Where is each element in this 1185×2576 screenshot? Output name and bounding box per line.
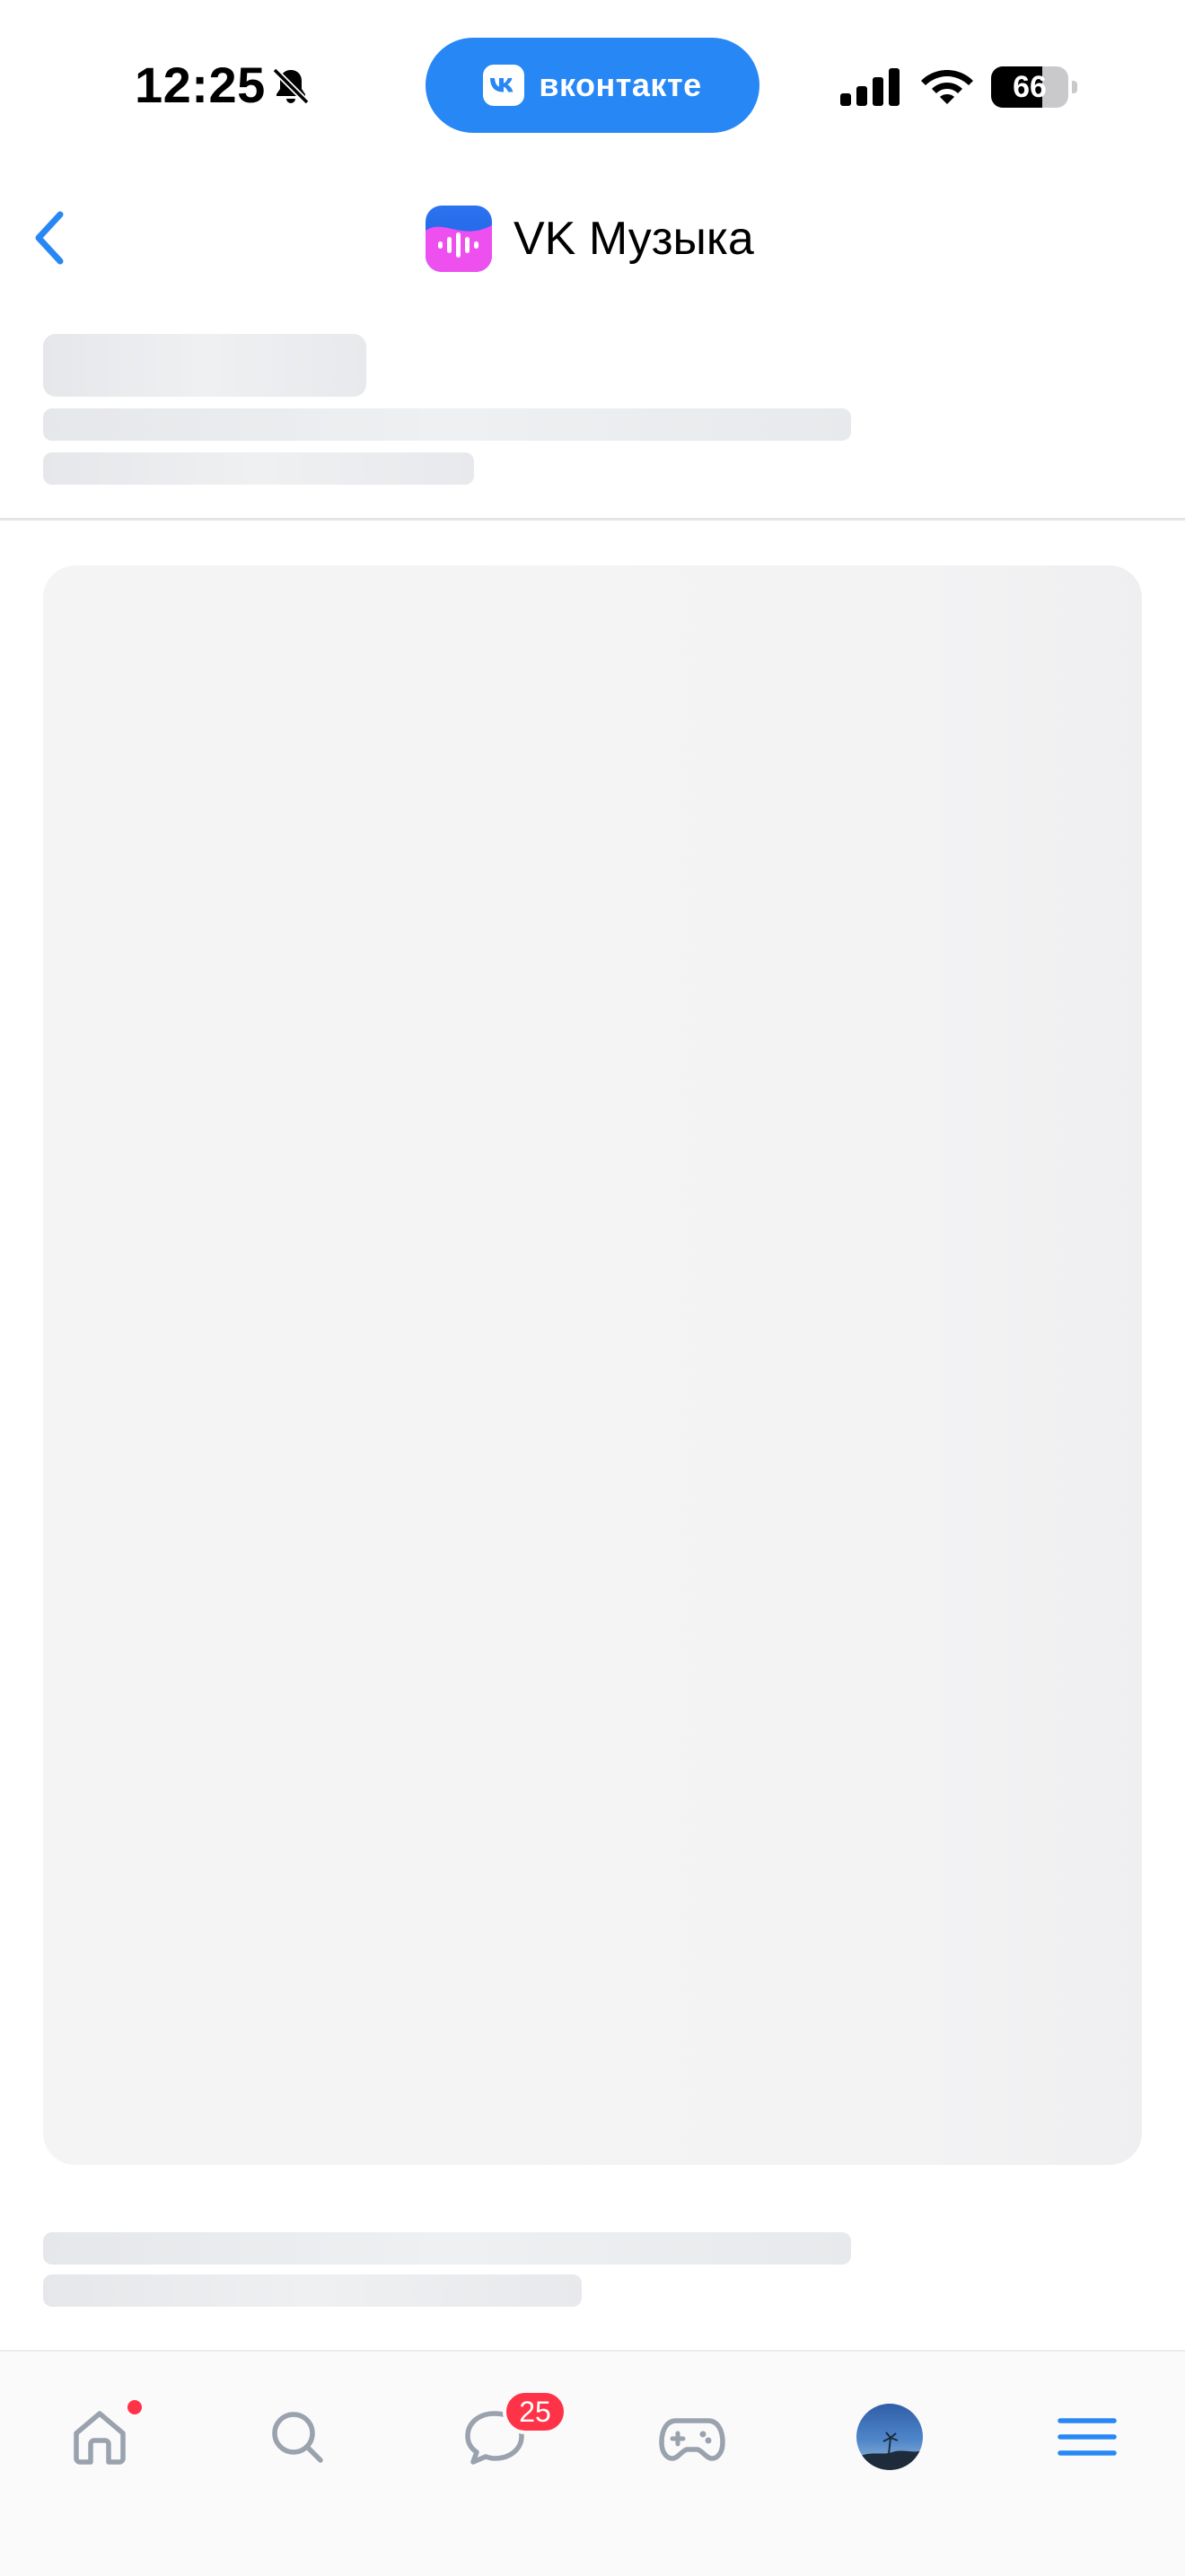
back-button[interactable] [18, 197, 81, 278]
bottom-tab-bar: 25 [0, 2350, 1185, 2576]
notification-dot [127, 2400, 142, 2414]
vk-logo-icon [483, 65, 525, 106]
menu-icon [1058, 2418, 1117, 2456]
skeleton-subtitle-line-2 [43, 452, 474, 485]
skeleton-caption-line-2 [43, 2274, 582, 2307]
header-divider [0, 518, 1185, 521]
status-time: 12:25 [135, 57, 266, 113]
vk-pill-label: вконтакте [539, 66, 702, 103]
tab-messages[interactable]: 25 [445, 2388, 567, 2486]
skeleton-subtitle-line-1 [43, 408, 851, 441]
battery-level: 66 [1013, 70, 1047, 104]
skeleton-card-placeholder [43, 565, 1142, 2165]
vk-music-logo-icon [426, 206, 492, 272]
avatar [856, 2404, 923, 2470]
nav-title-group: VK Музыка [426, 205, 754, 273]
search-icon [272, 2412, 323, 2463]
battery-indicator: 66 [991, 66, 1077, 108]
bell-muted-icon [272, 67, 310, 105]
tab-search[interactable] [248, 2388, 347, 2486]
cellular-signal-icon [840, 68, 900, 106]
tab-menu[interactable] [1038, 2388, 1137, 2486]
tab-games[interactable] [643, 2388, 742, 2486]
gamepad-icon [659, 2418, 725, 2461]
wifi-icon [921, 70, 973, 104]
page-title: VK Музыка [514, 213, 754, 265]
skeleton-title-placeholder [43, 334, 366, 397]
tab-profile[interactable] [840, 2388, 939, 2486]
tab-home[interactable] [50, 2388, 149, 2486]
nav-header: VK Музыка [0, 171, 1185, 305]
status-bar: 12:25 вконтакте 66 [0, 0, 1185, 171]
unread-messages-badge: 25 [503, 2389, 567, 2434]
chevron-left-icon [35, 211, 64, 265]
skeleton-caption-line-1 [43, 2232, 851, 2265]
vk-app-pill[interactable]: вконтакте [426, 38, 759, 133]
home-icon [74, 2411, 126, 2465]
